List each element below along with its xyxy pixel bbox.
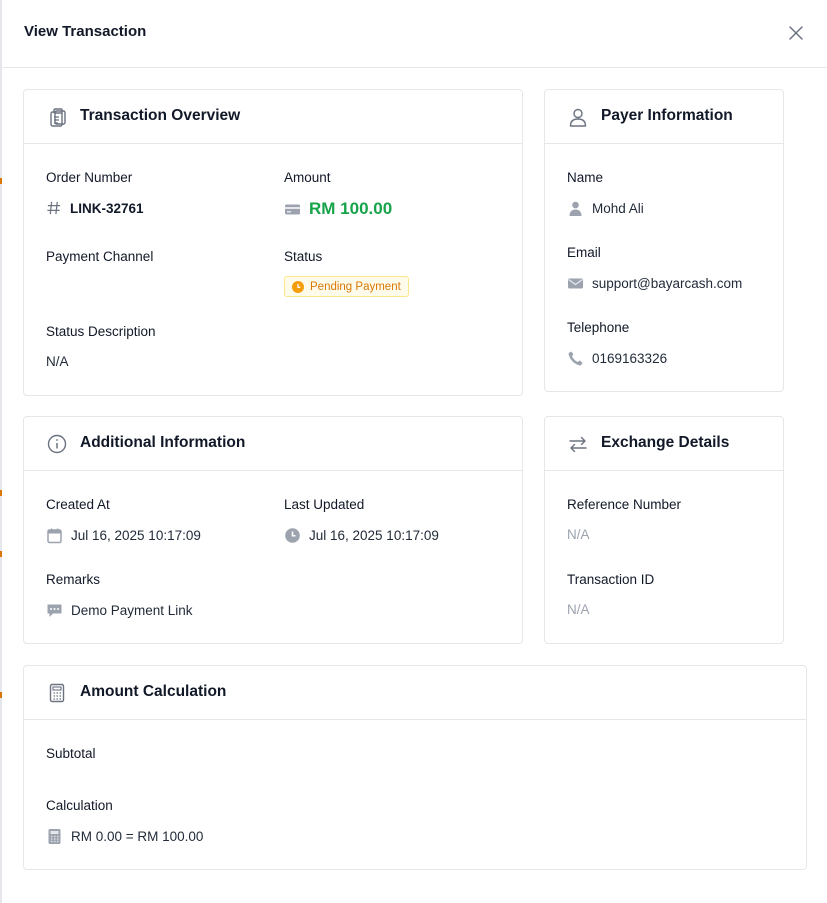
amount-text: RM 100.00 [309,199,393,218]
transaction-id-value: N/A [567,602,590,617]
name-value: Mohd Ali [567,200,644,217]
user-icon [569,108,587,127]
last-updated-value: Jul 16, 2025 10:17:09 [284,527,439,544]
additional-information-card: Additional Information Created At Jul 16… [23,416,523,644]
subtotal-field: Subtotal [46,746,96,761]
amount-field: Amount RM 100.00 [284,170,392,218]
transaction-overview-header: Transaction Overview [24,90,522,144]
calculation-field: Calculation RM 0.00 = RM 100.00 [46,798,203,844]
amount-calculation-card: Amount Calculation Subtotal Calculation … [23,665,807,870]
envelope-icon [568,278,583,289]
order-number-text: LINK-32761 [70,200,144,216]
last-updated-text: Jul 16, 2025 10:17:09 [309,528,439,543]
modal-title: View Transaction [24,23,147,40]
remarks-text: Demo Payment Link [71,603,193,618]
telephone-field: Telephone 0169163326 [567,320,667,366]
clock-icon [285,528,300,543]
calculation-text: RM 0.00 = RM 100.00 [71,829,204,844]
name-text: Mohd Ali [592,201,644,216]
last-updated-label: Last Updated [284,497,365,512]
person-icon [569,201,582,216]
calculator-icon [49,683,65,703]
background-edge-mark [0,551,2,557]
background-edge-mark [0,178,2,184]
credit-card-icon [285,204,300,214]
info-icon [47,434,67,454]
chat-bubble-icon [47,604,62,617]
email-value[interactable]: support@bayarcash.com [567,275,742,292]
reference-number-value: N/A [567,527,590,542]
clock-icon [292,280,304,293]
calculator-icon [48,829,61,844]
status-badge: Pending Payment [284,276,409,297]
last-updated-field: Last Updated Jul 16, 2025 10:17:09 [284,497,439,543]
telephone-text: 0169163326 [592,351,668,366]
status-label: Status [284,249,323,264]
status-value: Pending Payment [284,276,409,297]
calendar-icon [47,528,62,544]
additional-information-title: Additional Information [80,434,246,451]
background-edge-mark [0,490,2,496]
modal-header: View Transaction [2,0,827,68]
amount-label: Amount [284,170,331,185]
remarks-value: Demo Payment Link [46,602,193,619]
close-icon[interactable] [785,22,807,44]
amount-value: RM 100.00 [284,199,392,219]
amount-calculation-title: Amount Calculation [80,683,227,700]
reference-number-label: Reference Number [567,497,682,512]
exchange-details-title: Exchange Details [601,434,730,451]
transaction-id-label: Transaction ID [567,572,655,587]
created-at-label: Created At [46,497,110,512]
payer-information-header: Payer Information [545,90,783,144]
transaction-overview-card: Transaction Overview Order Number LINK-3… [23,89,523,396]
email-label: Email [567,245,601,260]
name-field: Name Mohd Ali [567,170,644,216]
additional-information-header: Additional Information [24,417,522,471]
order-number-field: Order Number LINK-32761 [46,170,144,216]
transaction-overview-title: Transaction Overview [80,107,241,124]
calculation-value: RM 0.00 = RM 100.00 [46,828,203,845]
status-description-field: Status Description N/A [46,324,156,369]
exchange-arrows-icon [569,436,587,453]
created-at-text: Jul 16, 2025 10:17:09 [71,528,201,543]
payment-channel-field: Payment Channel [46,249,153,264]
background-edge-mark [0,692,2,698]
email-field: Email support@bayarcash.com [567,245,742,291]
order-number-label: Order Number [46,170,133,185]
phone-icon [568,351,583,366]
name-label: Name [567,170,604,185]
exchange-details-header: Exchange Details [545,417,783,471]
transaction-id-field: Transaction ID N/A [567,572,655,617]
reference-number-field: Reference Number N/A [567,497,682,542]
email-text: support@bayarcash.com [592,276,743,291]
calculation-label: Calculation [46,798,113,813]
remarks-label: Remarks [46,572,101,587]
order-number-value[interactable]: LINK-32761 [46,200,144,216]
telephone-value[interactable]: 0169163326 [567,350,667,367]
status-description-label: Status Description [46,324,156,339]
remarks-field: Remarks Demo Payment Link [46,572,193,618]
status-description-value: N/A [46,354,69,369]
amount-calculation-header: Amount Calculation [24,666,806,720]
telephone-label: Telephone [567,320,630,335]
modal-left-border [0,0,2,903]
payer-information-title: Payer Information [601,107,733,124]
subtotal-label: Subtotal [46,746,96,761]
payer-information-card: Payer Information Name Mohd Ali Email su… [544,89,784,392]
status-field: Status Pending Payment [284,249,409,297]
exchange-details-card: Exchange Details Reference Number N/A Tr… [544,416,784,644]
payment-channel-label: Payment Channel [46,249,154,264]
clipboard-icon [50,108,66,127]
created-at-value: Jul 16, 2025 10:17:09 [46,527,201,544]
hash-icon [47,201,61,215]
created-at-field: Created At Jul 16, 2025 10:17:09 [46,497,201,544]
status-badge-text: Pending Payment [310,280,401,293]
